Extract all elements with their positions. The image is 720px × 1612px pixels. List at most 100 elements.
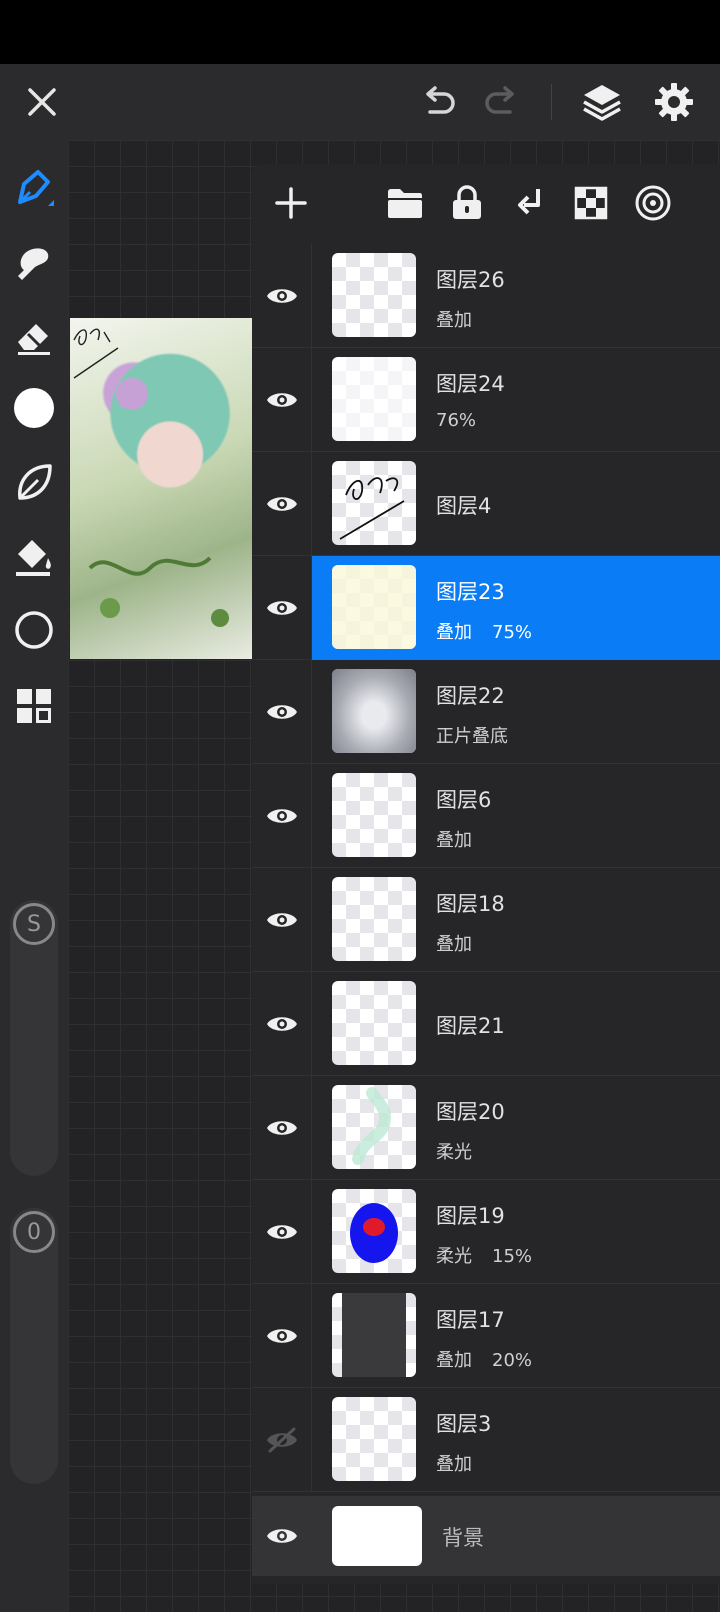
close-button[interactable]	[12, 64, 72, 140]
target-button[interactable]	[628, 178, 678, 228]
visibility-toggle[interactable]	[252, 1284, 312, 1388]
visibility-toggle[interactable]	[252, 1076, 312, 1180]
layer-name: 图层18	[436, 892, 505, 916]
layer-thumbnail	[332, 1189, 416, 1273]
opacity-slider-label: 0	[27, 1219, 41, 1245]
signature-thumbnail	[339, 477, 405, 540]
layer-blend-mode: 叠加	[436, 622, 472, 643]
layer-name: 图层21	[436, 1014, 505, 1038]
layer-content[interactable]: 图层21	[312, 972, 720, 1076]
layer-row[interactable]: 图层26 叠加	[252, 244, 720, 348]
redo-button[interactable]	[474, 64, 530, 140]
visibility-toggle[interactable]	[252, 1388, 312, 1492]
layer-row[interactable]: 图层19 柔光 15%	[252, 1180, 720, 1284]
layer-content[interactable]: 图层4	[312, 452, 720, 556]
visibility-toggle[interactable]	[252, 764, 312, 868]
layer-content[interactable]: 图层20 柔光	[312, 1076, 720, 1180]
smudge-tool[interactable]	[0, 232, 68, 292]
eye-icon	[266, 1225, 297, 1239]
layer-content[interactable]: 图层18 叠加	[312, 868, 720, 972]
color-swatch[interactable]	[0, 378, 68, 438]
artwork-canvas[interactable]	[70, 318, 252, 659]
smudge-icon	[18, 248, 49, 280]
layer-row[interactable]: 图层3 叠加	[252, 1388, 720, 1492]
left-toolbar: S 0	[0, 140, 68, 1612]
layer-opacity: 75%	[492, 622, 533, 643]
eye-icon	[266, 497, 297, 511]
merge-down-button[interactable]	[504, 178, 554, 228]
add-icon	[275, 187, 307, 219]
layer-thumbnail	[332, 669, 416, 753]
status-bar	[0, 0, 720, 64]
opacity-slider-knob[interactable]: 0	[13, 1211, 55, 1253]
layer-row[interactable]: 图层21	[252, 972, 720, 1076]
layer-content[interactable]: 图层3 叠加	[312, 1388, 720, 1492]
materials-tool[interactable]	[0, 676, 68, 736]
visibility-toggle[interactable]	[252, 244, 312, 348]
layer-content[interactable]: 图层23 叠加 75%	[312, 556, 720, 660]
eraser-tool[interactable]	[0, 306, 68, 366]
layer-content[interactable]: 图层26 叠加	[312, 244, 720, 348]
visibility-toggle[interactable]	[252, 452, 312, 556]
visibility-toggle[interactable]	[252, 868, 312, 972]
layer-row-selected[interactable]: 图层23 叠加 75%	[252, 556, 720, 660]
layer-name: 图层26	[436, 268, 505, 292]
layers-button[interactable]	[572, 64, 632, 140]
background-layer-row[interactable]: 背景	[252, 1496, 720, 1576]
layer-blend-mode: 叠加	[436, 1350, 472, 1371]
layer-blend-mode: 叠加	[436, 310, 472, 331]
layer-row[interactable]: 图层6 叠加	[252, 764, 720, 868]
layer-meta: 叠加 20%	[436, 1346, 532, 1372]
layer19-thumbnail-art	[350, 1203, 398, 1263]
layer-content[interactable]: 图层6 叠加	[312, 764, 720, 868]
layer-content[interactable]: 图层22 正片叠底	[312, 660, 720, 764]
gear-icon	[655, 83, 693, 121]
background-thumbnail	[332, 1506, 422, 1566]
layer-meta: 柔光 15%	[436, 1242, 532, 1268]
layer-blend-mode: 叠加	[436, 830, 472, 851]
layer-name: 图层4	[436, 494, 492, 518]
eye-icon	[266, 1121, 297, 1135]
shape-tool[interactable]	[0, 600, 68, 660]
eye-icon	[266, 601, 297, 615]
layer-meta: 叠加 75%	[436, 618, 532, 644]
layer-content[interactable]: 图层19 柔光 15%	[312, 1180, 720, 1284]
layer-row[interactable]: 图层24 76%	[252, 348, 720, 452]
layer-row[interactable]: 图层18 叠加	[252, 868, 720, 972]
layer-row[interactable]: 图层20 柔光	[252, 1076, 720, 1180]
bucket-icon	[16, 540, 51, 576]
visibility-toggle[interactable]	[252, 348, 312, 452]
visibility-toggle[interactable]	[252, 1496, 312, 1576]
eye-icon	[266, 705, 297, 719]
visibility-toggle[interactable]	[252, 556, 312, 660]
undo-button[interactable]	[410, 64, 466, 140]
size-slider-knob[interactable]: S	[13, 903, 55, 945]
folder-icon	[388, 189, 422, 218]
layer-name: 图层22	[436, 684, 505, 708]
layer-list: 图层26 叠加 图层24 76% 图层4 图层23 叠加 75% 图层22 正片…	[252, 244, 720, 1492]
layer-thumbnail	[332, 877, 416, 961]
fill-tool[interactable]	[0, 526, 68, 586]
layer-name: 图层19	[436, 1204, 505, 1228]
layer-row[interactable]: 图层17 叠加 20%	[252, 1284, 720, 1388]
lock-layer-button[interactable]	[442, 178, 492, 228]
layer-row[interactable]: 图层4	[252, 452, 720, 556]
grid-icon	[17, 689, 51, 723]
add-layer-button[interactable]	[266, 178, 316, 228]
brush-opacity-slider[interactable]: 0	[10, 1208, 58, 1484]
layer-row[interactable]: 图层22 正片叠底	[252, 660, 720, 764]
eye-icon	[266, 1329, 297, 1343]
layer-content[interactable]: 图层24 76%	[312, 348, 720, 452]
brush-tool[interactable]	[0, 158, 68, 218]
visibility-toggle[interactable]	[252, 972, 312, 1076]
visibility-toggle[interactable]	[252, 660, 312, 764]
add-folder-button[interactable]	[380, 178, 430, 228]
leaf-tool[interactable]	[0, 452, 68, 512]
visibility-toggle[interactable]	[252, 1180, 312, 1284]
layer-content[interactable]: 图层17 叠加 20%	[312, 1284, 720, 1388]
brush-size-slider[interactable]: S	[10, 900, 58, 1176]
settings-button[interactable]	[644, 64, 704, 140]
lock-icon	[453, 185, 481, 219]
redo-icon	[485, 86, 514, 114]
transparency-button[interactable]	[566, 178, 616, 228]
